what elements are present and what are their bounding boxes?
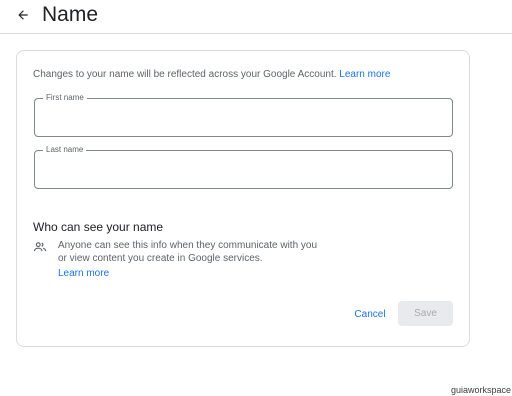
page-header: Name xyxy=(0,0,512,34)
save-button[interactable]: Save xyxy=(398,301,453,326)
last-name-input[interactable] xyxy=(45,161,441,179)
name-card: Changes to your name will be reflected a… xyxy=(16,50,470,347)
people-icon xyxy=(33,242,47,252)
watermark-text: guiaworkspace xyxy=(450,385,511,395)
last-name-field[interactable]: Last name xyxy=(34,145,453,189)
intro-message: Changes to your name will be reflected a… xyxy=(33,69,337,80)
cancel-button[interactable]: Cancel xyxy=(345,302,395,326)
first-name-field[interactable]: First name xyxy=(34,93,453,137)
name-settings-page: Name Changes to your name will be reflec… xyxy=(0,0,512,396)
intro-learn-more-link[interactable]: Learn more xyxy=(339,69,390,80)
first-name-input[interactable] xyxy=(45,109,441,127)
visibility-title: Who can see your name xyxy=(33,220,164,234)
page-title: Name xyxy=(42,3,99,26)
last-name-label: Last name xyxy=(43,145,87,155)
visibility-learn-more-link[interactable]: Learn more xyxy=(58,267,109,280)
visibility-description: Anyone can see this info when they commu… xyxy=(58,240,318,264)
arrow-back-icon xyxy=(18,10,28,20)
first-name-label: First name xyxy=(43,93,87,103)
intro-text: Changes to your name will be reflected a… xyxy=(33,68,453,82)
back-button[interactable] xyxy=(12,4,34,26)
